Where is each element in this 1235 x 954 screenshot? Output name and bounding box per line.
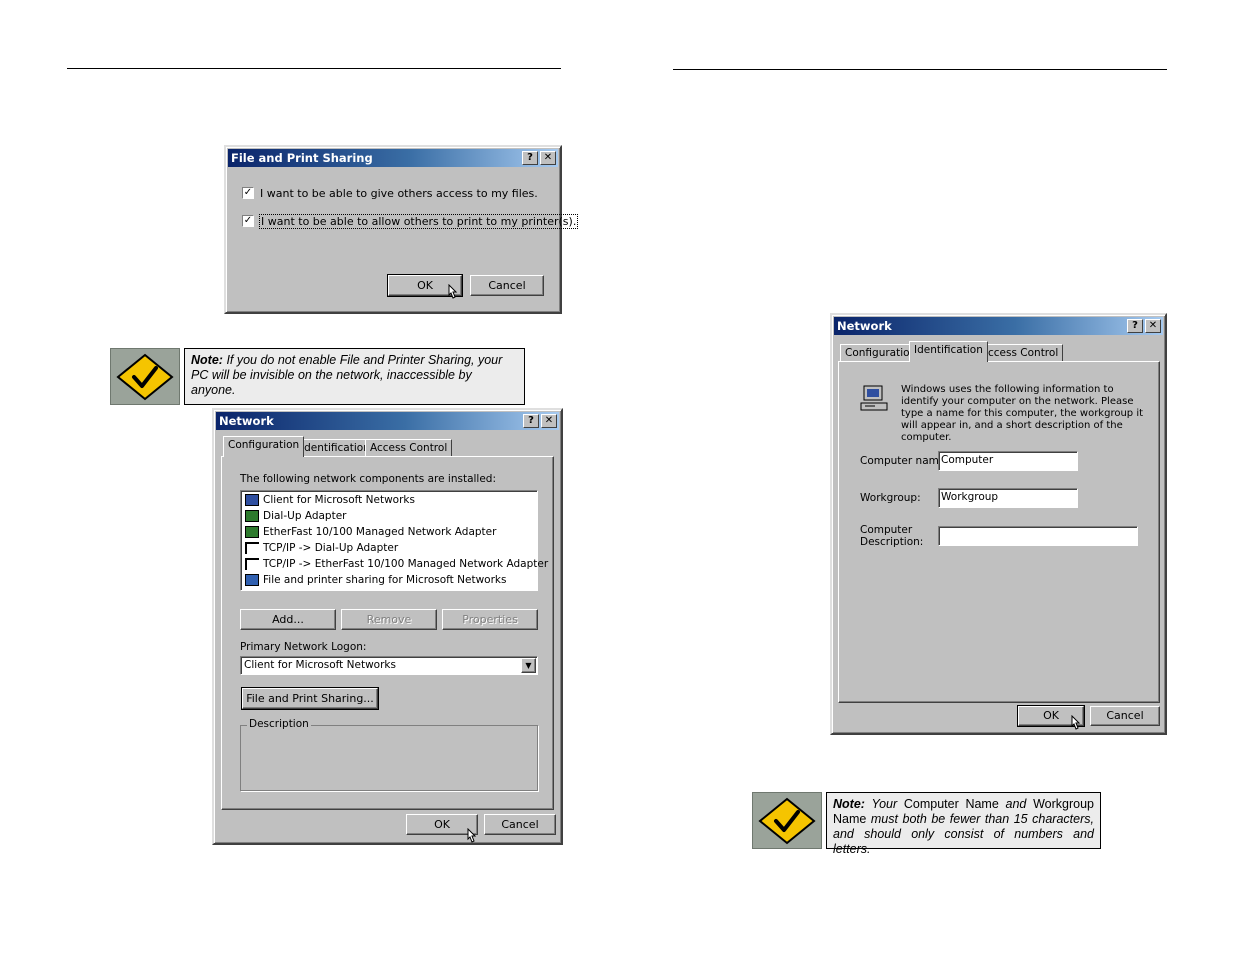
mouse-cursor-icon bbox=[467, 828, 477, 843]
tab-identification[interactable]: Identification bbox=[296, 439, 375, 457]
workgroup-input[interactable]: Workgroup bbox=[938, 488, 1078, 508]
note-text-your: Your bbox=[871, 797, 898, 811]
list-item-label: Dial-Up Adapter bbox=[263, 510, 347, 522]
tab-access-control[interactable]: Access Control bbox=[365, 439, 453, 457]
left-header-rule bbox=[67, 68, 561, 69]
list-item-label: EtherFast 10/100 Managed Network Adapter bbox=[263, 526, 497, 538]
tab-access-control[interactable]: Access Control bbox=[976, 344, 1064, 362]
list-item[interactable]: EtherFast 10/100 Managed Network Adapter bbox=[245, 524, 496, 540]
list-item[interactable]: Dial-Up Adapter bbox=[245, 508, 347, 524]
tab-panel: Windows uses the following information t… bbox=[838, 361, 1160, 703]
remove-button[interactable]: Remove bbox=[341, 609, 437, 630]
list-item-label: TCP/IP -> EtherFast 10/100 Managed Netwo… bbox=[263, 558, 549, 570]
dialog-titlebar: Network ? ✕ bbox=[216, 412, 559, 430]
mouse-cursor-icon bbox=[1071, 715, 1081, 730]
list-item-label: File and printer sharing for Microsoft N… bbox=[263, 574, 507, 586]
share-files-label: I want to be able to give others access … bbox=[260, 187, 538, 200]
computer-description-input[interactable] bbox=[938, 526, 1138, 546]
computer-icon bbox=[860, 385, 888, 411]
computer-name-value: Computer bbox=[941, 454, 994, 466]
ok-button-label: OK bbox=[417, 279, 433, 292]
description-group: Description bbox=[240, 718, 538, 791]
dialog-title: Network bbox=[837, 319, 892, 333]
help-button[interactable]: ? bbox=[523, 414, 539, 428]
cancel-button[interactable]: Cancel bbox=[470, 275, 544, 296]
workgroup-value: Workgroup bbox=[941, 491, 999, 503]
checkmark-warning-icon bbox=[116, 353, 174, 400]
protocol-icon bbox=[245, 558, 259, 570]
close-button[interactable]: ✕ bbox=[541, 414, 557, 428]
list-item[interactable]: TCP/IP -> Dial-Up Adapter bbox=[245, 540, 398, 556]
help-button[interactable]: ? bbox=[1127, 319, 1143, 333]
note-naming-rules: Note: Your Computer Name and Workgroup N… bbox=[826, 792, 1101, 856]
file-print-sharing-button-label: File and Print Sharing... bbox=[246, 692, 374, 705]
cancel-button[interactable]: Cancel bbox=[484, 814, 556, 835]
components-label: The following network components are ins… bbox=[240, 473, 497, 485]
ok-button-label: OK bbox=[1043, 709, 1059, 722]
dialog-title: Network bbox=[219, 414, 274, 428]
sharing-service-icon bbox=[245, 574, 259, 586]
share-printers-checkbox[interactable]: ✓ bbox=[242, 215, 254, 227]
cancel-button[interactable]: Cancel bbox=[1090, 706, 1160, 726]
note-file-sharing: Note: If you do not enable File and Prin… bbox=[184, 348, 525, 405]
workgroup-label: Workgroup: bbox=[860, 492, 921, 504]
primary-logon-select[interactable]: Client for Microsoft Networks ▼ bbox=[240, 656, 538, 675]
add-button-label: Add... bbox=[272, 613, 304, 626]
components-list[interactable]: Client for Microsoft Networks Dial-Up Ad… bbox=[240, 490, 548, 591]
list-item[interactable]: TCP/IP -> EtherFast 10/100 Managed Netwo… bbox=[245, 556, 548, 572]
adapter-icon bbox=[245, 510, 259, 522]
share-files-checkbox[interactable]: ✓ bbox=[242, 187, 254, 199]
dialog-titlebar: File and Print Sharing ? ✕ bbox=[228, 149, 558, 167]
note-text-and: and bbox=[1005, 797, 1027, 811]
properties-button-label: Properties bbox=[462, 613, 518, 626]
dialog-titlebar: Network ? ✕ bbox=[834, 317, 1163, 335]
dialog-title: File and Print Sharing bbox=[231, 151, 373, 165]
protocol-icon bbox=[245, 542, 259, 554]
adapter-icon bbox=[245, 526, 259, 538]
computer-description-label-line1: Computer bbox=[860, 524, 913, 536]
note-label: Note: bbox=[191, 353, 223, 367]
primary-logon-label: Primary Network Logon: bbox=[240, 641, 367, 653]
computer-name-label: Computer name: bbox=[860, 455, 949, 467]
list-item-label: TCP/IP -> Dial-Up Adapter bbox=[263, 542, 399, 554]
close-button[interactable]: ✕ bbox=[1145, 319, 1161, 333]
mouse-cursor-icon bbox=[448, 284, 458, 299]
computer-name-input[interactable]: Computer bbox=[938, 451, 1078, 471]
cancel-button-label: Cancel bbox=[501, 818, 539, 831]
cancel-button-label: Cancel bbox=[488, 279, 526, 292]
add-button[interactable]: Add... bbox=[240, 609, 336, 630]
list-item-label: Client for Microsoft Networks bbox=[263, 494, 415, 506]
file-print-sharing-dialog: File and Print Sharing ? ✕ ✓ I want to b… bbox=[224, 145, 579, 314]
primary-logon-value: Client for Microsoft Networks bbox=[244, 659, 396, 671]
network-configuration-dialog: Network ? ✕ Configuration Identification… bbox=[212, 408, 563, 845]
network-identification-dialog: Network ? ✕ Configuration Identification… bbox=[830, 313, 1167, 735]
note-text-rule: must both be fewer than 15 characters, a… bbox=[833, 812, 1094, 856]
note-icon-box bbox=[110, 348, 180, 405]
note-text-computer-name: Computer Name bbox=[903, 797, 999, 811]
close-button[interactable]: ✕ bbox=[540, 151, 556, 165]
note-text: If you do not enable File and Printer Sh… bbox=[191, 353, 503, 397]
computer-description-label-line2: Description: bbox=[860, 536, 924, 548]
file-print-sharing-button[interactable]: File and Print Sharing... bbox=[241, 687, 379, 710]
tab-panel: The following network components are ins… bbox=[221, 456, 554, 810]
chevron-down-icon[interactable]: ▼ bbox=[521, 658, 536, 673]
share-printers-label: I want to be able to allow others to pri… bbox=[258, 214, 579, 229]
description-label: Description bbox=[247, 718, 311, 730]
help-button[interactable]: ? bbox=[522, 151, 538, 165]
right-header-rule bbox=[673, 69, 1167, 70]
identification-info-text: Windows uses the following information t… bbox=[901, 384, 1144, 443]
ok-button-label: OK bbox=[434, 818, 450, 831]
remove-button-label: Remove bbox=[366, 613, 412, 626]
note-label: Note: bbox=[833, 797, 865, 811]
cancel-button-label: Cancel bbox=[1106, 709, 1144, 722]
list-item[interactable]: File and printer sharing for Microsoft N… bbox=[245, 572, 506, 588]
tab-configuration[interactable]: Configuration bbox=[223, 436, 305, 457]
properties-button[interactable]: Properties bbox=[442, 609, 538, 630]
checkmark-warning-icon bbox=[758, 797, 816, 844]
note-icon-box bbox=[752, 792, 822, 849]
list-item[interactable]: Client for Microsoft Networks bbox=[245, 492, 415, 508]
tab-identification[interactable]: Identification bbox=[909, 341, 988, 362]
client-icon bbox=[245, 494, 259, 506]
